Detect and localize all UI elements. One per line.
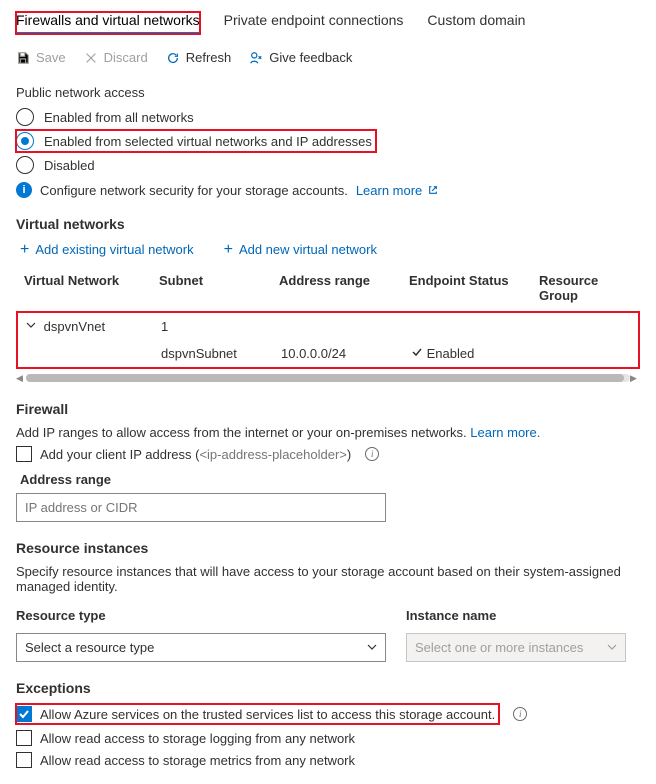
exceptions-title: Exceptions: [16, 680, 640, 696]
tab-firewalls[interactable]: Firewalls and virtual networks: [16, 12, 200, 34]
col-vnet: Virtual Network: [24, 273, 159, 303]
exception-trusted-label: Allow Azure services on the trusted serv…: [40, 707, 495, 722]
pna-info: i Configure network security for your st…: [16, 182, 640, 198]
address-range-input[interactable]: [16, 493, 386, 522]
checkbox-icon[interactable]: [16, 730, 32, 746]
scroll-right-icon: ▶: [630, 373, 640, 384]
client-ip-placeholder: <ip-address-placeholder>: [199, 447, 346, 462]
vnet-highlight-box: dspvnVnet 1 dspvnSubnet 10.0.0.0/24 Enab…: [16, 311, 640, 369]
radio-icon: [16, 108, 34, 126]
pna-radio-selected-label: Enabled from selected virtual networks a…: [44, 134, 372, 149]
firewall-desc: Add IP ranges to allow access from the i…: [16, 425, 640, 440]
discard-icon: [84, 51, 98, 65]
col-address: Address range: [279, 273, 409, 303]
pna-title: Public network access: [16, 85, 640, 100]
feedback-button[interactable]: Give feedback: [249, 50, 352, 65]
discard-button[interactable]: Discard: [84, 50, 148, 65]
check-icon: [411, 346, 423, 361]
instance-name-placeholder: Select one or more instances: [415, 640, 583, 655]
exception-metrics-row[interactable]: Allow read access to storage metrics fro…: [16, 752, 640, 768]
chevron-down-icon: [367, 640, 377, 655]
ri-desc: Specify resource instances that will hav…: [16, 564, 640, 594]
pna-radio-selected[interactable]: Enabled from selected virtual networks a…: [16, 130, 640, 152]
save-icon: [16, 51, 30, 65]
tab-custom-domain[interactable]: Custom domain: [427, 12, 525, 34]
add-new-label: Add new virtual network: [239, 242, 377, 257]
firewall-desc-text: Add IP ranges to allow access from the i…: [16, 425, 467, 440]
chevron-down-icon[interactable]: [26, 318, 36, 333]
ri-title: Resource instances: [16, 540, 640, 556]
refresh-label: Refresh: [186, 50, 232, 65]
vnet-title: Virtual networks: [16, 216, 640, 232]
add-existing-label: Add existing virtual network: [35, 242, 193, 257]
plus-icon: +: [224, 243, 233, 257]
table-row[interactable]: dspvnSubnet 10.0.0.0/24 Enabled: [18, 340, 638, 367]
instance-name-label: Instance name: [406, 608, 626, 623]
exception-metrics-label: Allow read access to storage metrics fro…: [40, 753, 355, 768]
feedback-icon: [249, 51, 263, 65]
firewall-learn-more-link[interactable]: Learn more.: [470, 425, 540, 440]
chevron-down-icon: [607, 640, 617, 655]
feedback-label: Give feedback: [269, 50, 352, 65]
checkbox-icon[interactable]: [16, 752, 32, 768]
pna-radio-all[interactable]: Enabled from all networks: [16, 108, 640, 126]
resource-type-select[interactable]: Select a resource type: [16, 633, 386, 662]
command-bar: Save Discard Refresh Give feedback: [16, 50, 640, 65]
vnet-add-row: + Add existing virtual network + Add new…: [20, 242, 640, 257]
exception-logging-row[interactable]: Allow read access to storage logging fro…: [16, 730, 640, 746]
col-endpoint: Endpoint Status: [409, 273, 539, 303]
save-label: Save: [36, 50, 66, 65]
pna-info-text: Configure network security for your stor…: [40, 183, 348, 198]
add-existing-vnet-button[interactable]: + Add existing virtual network: [20, 242, 194, 257]
address-range: 10.0.0.0/24: [281, 346, 411, 361]
refresh-icon: [166, 51, 180, 65]
pna-learn-more-link[interactable]: Learn more: [356, 183, 438, 198]
info-icon: i: [16, 182, 32, 198]
scroll-thumb[interactable]: [26, 374, 624, 382]
firewall-title: Firewall: [16, 401, 640, 417]
external-link-icon: [428, 183, 438, 198]
radio-icon: [16, 132, 34, 150]
resource-type-label: Resource type: [16, 608, 386, 623]
learn-more-text: Learn more: [356, 183, 422, 198]
col-rg: Resource Group: [539, 273, 632, 303]
discard-label: Discard: [104, 50, 148, 65]
exception-logging-label: Allow read access to storage logging fro…: [40, 731, 355, 746]
help-icon[interactable]: i: [365, 447, 379, 461]
exception-trusted-services-row[interactable]: Allow Azure services on the trusted serv…: [16, 704, 640, 724]
col-subnet: Subnet: [159, 273, 279, 303]
subnet-name: dspvnSubnet: [161, 346, 281, 361]
tabs-bar: Firewalls and virtual networks Private e…: [16, 12, 640, 34]
radio-icon: [16, 156, 34, 174]
ri-inputs: Select a resource type Select one or mor…: [16, 633, 640, 662]
tab-private-endpoints[interactable]: Private endpoint connections: [224, 12, 404, 34]
ri-labels: Resource type Instance name: [16, 598, 640, 629]
pna-radio-disabled[interactable]: Disabled: [16, 156, 640, 174]
pna-radio-disabled-label: Disabled: [44, 158, 95, 173]
endpoint-status: Enabled: [427, 346, 475, 361]
address-range-label: Address range: [20, 472, 640, 487]
add-client-ip-label: Add your client IP address (<ip-address-…: [40, 447, 351, 462]
add-new-vnet-button[interactable]: + Add new virtual network: [224, 242, 377, 257]
scroll-track: [26, 374, 630, 382]
vnet-table-header: Virtual Network Subnet Address range End…: [16, 267, 640, 309]
add-client-ip-checkbox-row[interactable]: Add your client IP address (<ip-address-…: [16, 446, 640, 462]
instance-name-select: Select one or more instances: [406, 633, 626, 662]
horizontal-scrollbar[interactable]: ◀ ▶: [16, 373, 640, 383]
scroll-left-icon: ◀: [16, 373, 26, 384]
help-icon[interactable]: i: [513, 707, 527, 721]
table-row[interactable]: dspvnVnet 1: [18, 313, 638, 340]
refresh-button[interactable]: Refresh: [166, 50, 232, 65]
vnet-table: Virtual Network Subnet Address range End…: [16, 267, 640, 383]
checkbox-icon[interactable]: [16, 446, 32, 462]
subnet-count: 1: [161, 319, 281, 334]
plus-icon: +: [20, 243, 29, 257]
checkbox-icon[interactable]: [16, 706, 32, 722]
save-button[interactable]: Save: [16, 50, 66, 65]
resource-type-placeholder: Select a resource type: [25, 640, 154, 655]
pna-radio-all-label: Enabled from all networks: [44, 110, 194, 125]
vnet-name: dspvnVnet: [44, 319, 105, 334]
